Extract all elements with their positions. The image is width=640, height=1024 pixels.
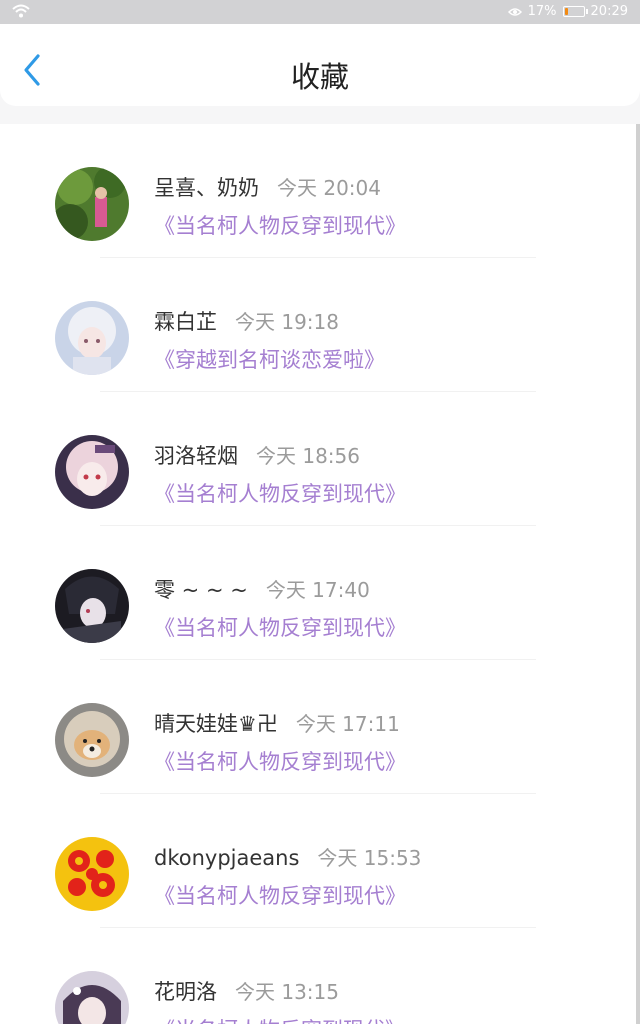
status-bar: 17% 20:29 <box>0 0 640 24</box>
story-title-link[interactable]: 《当名柯人物反穿到现代》 <box>154 880 406 910</box>
timestamp: 今天 19:18 <box>235 310 339 334</box>
user-name: dkonypjaeans <box>154 846 300 870</box>
avatar[interactable] <box>55 167 129 241</box>
list-item[interactable]: dkonypjaeans 今天 15:53 《当名柯人物反穿到现代》 <box>0 794 636 928</box>
page-title: 收藏 <box>290 60 349 94</box>
avatar[interactable] <box>55 435 129 509</box>
timestamp: 今天 17:11 <box>295 712 400 736</box>
avatar-photo-garden-icon <box>55 167 129 241</box>
wifi-icon <box>12 4 30 18</box>
avatar-dark-anime-boy-icon <box>55 569 129 643</box>
eye-comfort-icon <box>507 7 522 16</box>
user-name: 羽洛轻烟 <box>154 444 238 468</box>
avatar[interactable] <box>55 569 129 643</box>
avatar-anime-girl-purple-icon <box>55 971 129 1024</box>
list-item[interactable]: 零 ~ ~ ~ 今天 17:40 《当名柯人物反穿到现代》 <box>0 526 636 660</box>
avatar-shiba-dog-icon <box>55 703 129 777</box>
timestamp: 今天 15:53 <box>317 846 422 870</box>
story-title-link[interactable]: 《穿越到名柯谈恋爱啦》 <box>154 344 385 374</box>
story-title-link[interactable]: 《当名柯人物反穿到现代》 <box>154 612 406 642</box>
avatar-red-flower-pattern-icon <box>55 837 129 911</box>
story-title-link[interactable]: 《当名柯人物反穿到现代》 <box>154 1014 406 1024</box>
avatar[interactable] <box>55 971 129 1024</box>
battery-percent: 17% <box>527 4 557 19</box>
user-name: 晴天娃娃♛卍 <box>154 712 278 736</box>
avatar[interactable] <box>55 301 129 375</box>
story-title-link[interactable]: 《当名柯人物反穿到现代》 <box>154 478 406 508</box>
list-item[interactable]: 羽洛轻烟 今天 18:56 《当名柯人物反穿到现代》 <box>0 392 636 526</box>
timestamp: 今天 17:40 <box>265 578 370 602</box>
user-name: 呈喜、奶奶 <box>154 176 259 200</box>
list-item[interactable]: 花明洛今天 13:15 《当名柯人物反穿到现代》 <box>0 928 636 1024</box>
avatar[interactable] <box>55 837 129 911</box>
story-title-link[interactable]: 《当名柯人物反穿到现代》 <box>154 210 406 240</box>
list-item[interactable]: 霖白芷 今天 19:18 《穿越到名柯谈恋爱啦》 <box>0 258 636 392</box>
story-title-link[interactable]: 《当名柯人物反穿到现代》 <box>154 746 406 776</box>
timestamp: 今天 18:56 <box>256 444 360 468</box>
timestamp: 今天 13:15 <box>235 980 339 1004</box>
user-name: 霖白芷 <box>154 310 217 334</box>
list-item[interactable]: 晴天娃娃♛卍 今天 17:11 《当名柯人物反穿到现代》 <box>0 660 636 794</box>
header-bar: 收藏 <box>0 24 640 106</box>
battery-icon <box>562 6 588 17</box>
list-item[interactable]: 呈喜、奶奶 今天 20:04 《当名柯人物反穿到现代》 <box>0 124 636 258</box>
avatar[interactable] <box>55 703 129 777</box>
user-name: 花明洛 <box>154 980 217 1004</box>
avatar-anime-girl-pink-icon <box>55 435 129 509</box>
user-name: 零 ~ ~ ~ <box>154 578 248 602</box>
favorites-list[interactable]: 呈喜、奶奶 今天 20:04 《当名柯人物反穿到现代》 霖白芷 今天 19:18 《… <box>0 124 636 1024</box>
scrollbar[interactable] <box>636 124 640 1024</box>
timestamp: 今天 20:04 <box>277 176 381 200</box>
clock: 20:29 <box>590 4 628 19</box>
avatar-white-hair-girl-icon <box>55 301 129 375</box>
